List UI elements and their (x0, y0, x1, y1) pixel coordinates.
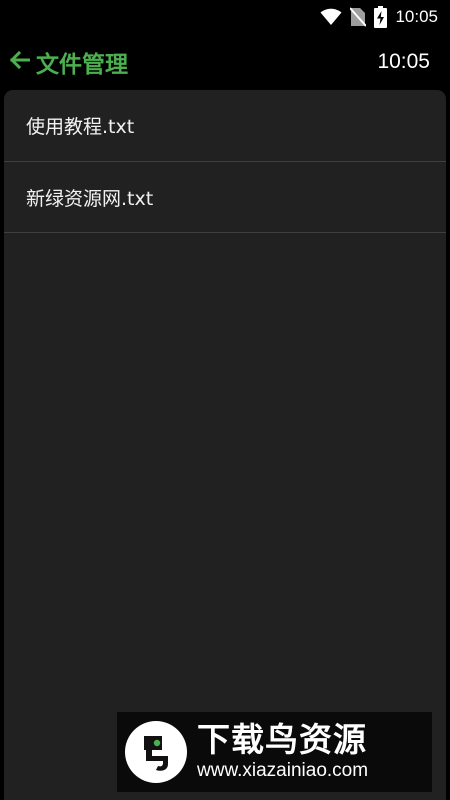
file-name: 使用教程.txt (26, 116, 135, 138)
file-item-xinlv[interactable]: 新绿资源网.txt (4, 162, 446, 233)
app-header: 文件管理 10:05 (0, 40, 450, 84)
wifi-icon (320, 8, 342, 26)
back-button[interactable]: 文件管理 (9, 45, 128, 79)
header-clock: 10:05 (377, 50, 430, 73)
battery-charging-icon (374, 6, 388, 28)
watermark-text: 下载鸟资源 www.xiazainiao.com (197, 721, 368, 783)
file-list: 使用教程.txt 新绿资源网.txt (4, 90, 446, 233)
app-screen: 10:05 文件管理 10:05 使用教程.txt 新绿资源网.txt 下载鸟资… (0, 0, 450, 800)
arrow-left-icon (9, 50, 31, 73)
watermark: 下载鸟资源 www.xiazainiao.com (117, 712, 432, 792)
bird-logo-icon (125, 721, 187, 783)
file-name: 新绿资源网.txt (26, 187, 154, 210)
watermark-url: www.xiazainiao.com (197, 760, 369, 781)
file-item-tutorial[interactable]: 使用教程.txt (4, 90, 446, 162)
watermark-brand: 下载鸟资源 (197, 720, 367, 759)
status-time: 10:05 (395, 7, 438, 26)
file-list-panel: 使用教程.txt 新绿资源网.txt (4, 90, 446, 800)
page-title: 文件管理 (36, 52, 128, 78)
no-sim-icon (350, 7, 367, 27)
status-bar: 10:05 (0, 0, 450, 34)
